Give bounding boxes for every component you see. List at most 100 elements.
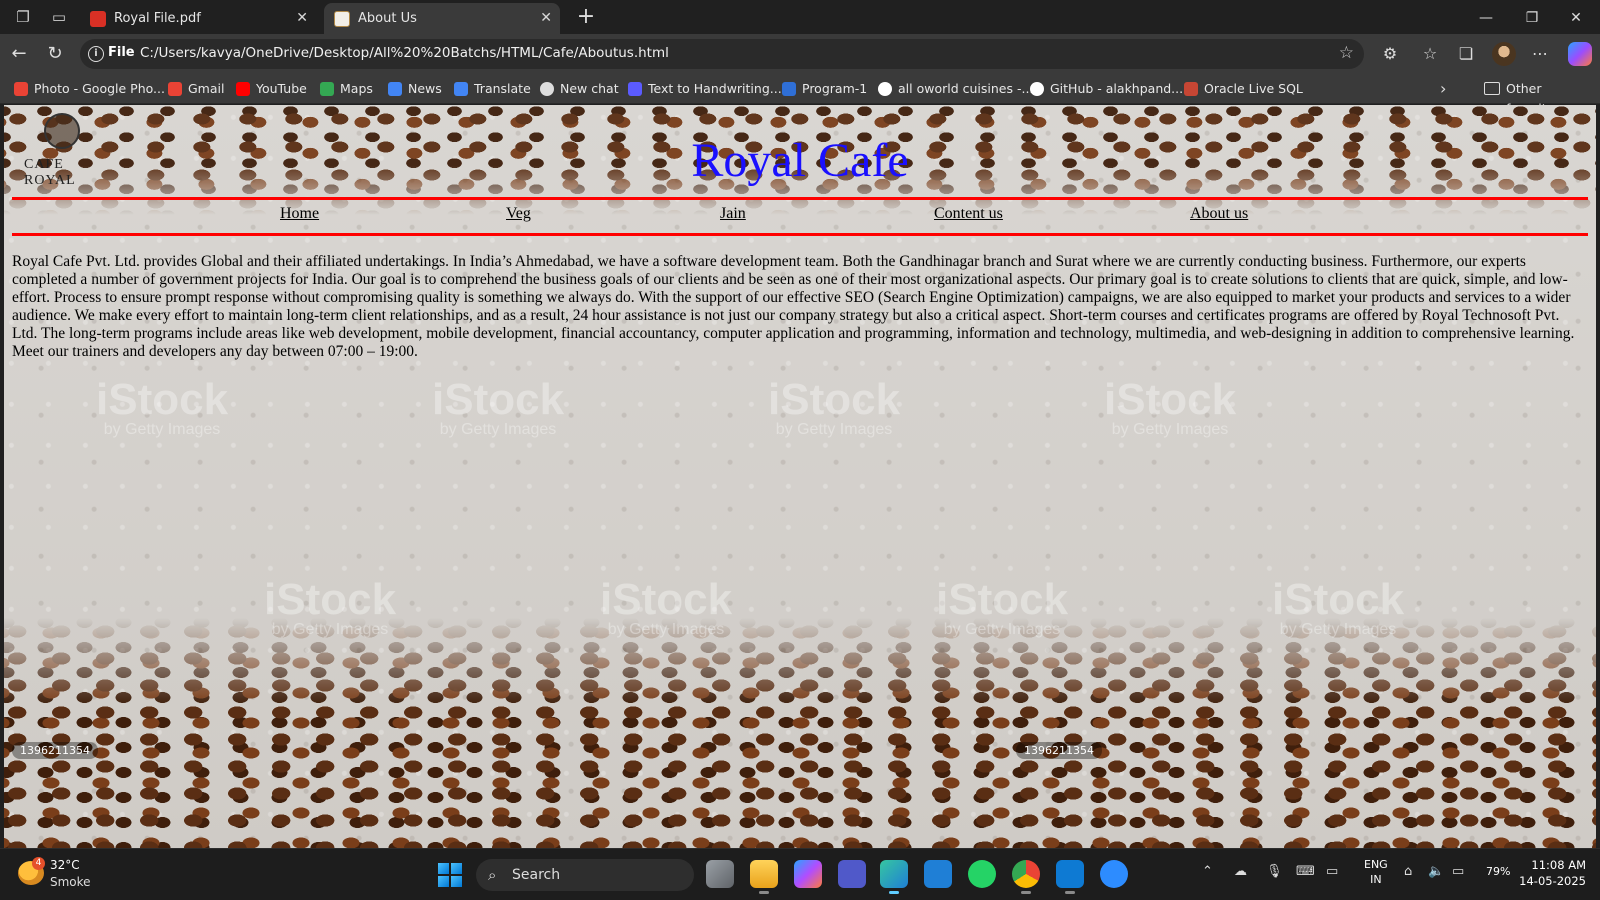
bookmark-label: Program-1 — [802, 81, 868, 96]
bookmark-translate[interactable]: Translate — [452, 79, 531, 99]
header-rule-bottom — [12, 233, 1588, 236]
new-tab-button[interactable]: + — [572, 4, 600, 32]
program-icon — [782, 82, 796, 96]
chevron-right-icon[interactable]: › — [1440, 79, 1446, 98]
close-tab-icon[interactable]: ✕ — [296, 3, 308, 34]
display-icon[interactable]: ▭ — [1326, 864, 1338, 879]
info-icon[interactable]: i — [88, 46, 104, 62]
whatsapp-icon[interactable] — [968, 860, 996, 888]
bookmark-label: Gmail — [188, 81, 225, 96]
extensions-icon[interactable]: ⚙ — [1378, 42, 1402, 66]
keyboard-icon[interactable]: ⌨ — [1296, 864, 1315, 879]
istock-watermark: iStock by Getty Images — [1272, 575, 1405, 638]
clock[interactable]: 11:08 AM 14-05-2025 — [1516, 857, 1586, 889]
refresh-icon[interactable]: ↻ — [42, 41, 68, 67]
github-icon — [1030, 82, 1044, 96]
bookmark-label: Photo - Google Pho... — [34, 81, 165, 96]
bookmark-label: Maps — [340, 81, 373, 96]
stock-image-id: 1396211354 — [12, 742, 98, 759]
chatgpt-icon — [540, 82, 554, 96]
handwriting-icon — [628, 82, 642, 96]
task-view-icon[interactable] — [706, 860, 734, 888]
nav-link-veg[interactable]: Veg — [506, 205, 531, 223]
bookmark-text-to-handwriting[interactable]: Text to Handwriting... — [626, 79, 782, 99]
tab-royal-file[interactable]: Royal File.pdf ✕ — [80, 3, 316, 34]
tab-about-us[interactable]: About Us ✕ — [324, 3, 560, 34]
onedrive-icon[interactable]: ☁ — [1234, 864, 1247, 879]
volume-icon[interactable]: 🔈 — [1428, 864, 1444, 879]
folder-icon — [1484, 82, 1500, 95]
nav-link-home[interactable]: Home — [280, 205, 319, 223]
copilot-icon[interactable] — [1568, 42, 1592, 66]
header-rule-top — [12, 197, 1588, 200]
close-window-button[interactable]: ✕ — [1556, 4, 1596, 32]
about-paragraph: Royal Cafe Pvt. Ltd. provides Global and… — [12, 253, 1575, 360]
profile-avatar[interactable] — [1492, 42, 1516, 66]
battery-icon[interactable]: ▭ — [1452, 864, 1464, 879]
restore-button[interactable]: ❐ — [1512, 4, 1552, 32]
bookmark-label: GitHub - alakhpand... — [1050, 81, 1184, 96]
istock-watermark: iStock by Getty Images — [1104, 375, 1237, 438]
pdf-icon — [90, 11, 106, 27]
istock-watermark: iStock by Getty Images — [264, 575, 397, 638]
bookmark-github[interactable]: GitHub - alakhpand... — [1028, 79, 1183, 99]
collections-icon[interactable]: ❏ — [1454, 42, 1478, 66]
bookmarks-bar: Photo - Google Pho... Gmail YouTube Maps… — [0, 74, 1600, 116]
more-options-icon[interactable]: ⋯ — [1528, 42, 1552, 66]
microphone-icon[interactable]: 🎙 — [1266, 864, 1283, 879]
bookmark-program-1[interactable]: Program-1 — [780, 79, 867, 99]
stock-image-id: 1396211354 — [1016, 742, 1102, 759]
nav-link-jain[interactable]: Jain — [720, 205, 746, 223]
vertical-tabs-icon[interactable]: ▭ — [48, 6, 70, 28]
bookmark-youtube[interactable]: YouTube — [234, 79, 307, 99]
weather-condition[interactable]: Smoke — [50, 875, 91, 889]
coffee-beans-background — [4, 618, 1596, 848]
url-text[interactable]: C:/Users/kavya/OneDrive/Desktop/All%20%2… — [140, 45, 669, 61]
istock-watermark: iStock by Getty Images — [768, 375, 901, 438]
network-icon[interactable]: ⌂ — [1404, 864, 1412, 879]
news-icon — [388, 82, 402, 96]
remote-desktop-icon[interactable] — [924, 860, 952, 888]
bookmark-maps[interactable]: Maps — [318, 79, 373, 99]
bookmark-world-cuisines[interactable]: all oworld cuisines -... — [876, 79, 1033, 99]
minimize-button[interactable]: — — [1466, 4, 1506, 32]
navigation-bar: ← ↻ i File C:/Users/kavya/OneDrive/Deskt… — [0, 34, 1600, 74]
page-viewport: iStock by Getty Images iStock by Getty Ima… — [4, 105, 1596, 848]
bookmark-oracle-live-sql[interactable]: Oracle Live SQL — [1182, 79, 1303, 99]
vscode-icon[interactable] — [1056, 860, 1084, 894]
favorite-star-icon[interactable]: ☆ — [1339, 43, 1354, 63]
close-tab-icon[interactable]: ✕ — [540, 3, 552, 34]
bookmark-gmail[interactable]: Gmail — [166, 79, 224, 99]
maps-icon — [320, 82, 334, 96]
tab-strip: ❐ ▭ Royal File.pdf ✕ About Us ✕ + — ❐ ✕ — [0, 0, 1600, 34]
taskbar: 4 32°C Smoke ⌕ Search ⌃ ☁ 🎙 ⌨ ▭ ENG IN ⌂ … — [0, 848, 1600, 900]
bookmark-new-chat[interactable]: New chat — [538, 79, 619, 99]
bookmark-google-photos[interactable]: Photo - Google Pho... — [12, 79, 165, 99]
search-label: Search — [512, 867, 561, 883]
edge-icon[interactable] — [880, 860, 908, 894]
back-arrow-icon[interactable]: ← — [6, 41, 32, 67]
file-explorer-icon[interactable] — [750, 860, 778, 894]
nav-link-content-us[interactable]: Content us — [934, 205, 1003, 223]
url-scheme: File — [108, 45, 135, 60]
zoom-icon[interactable] — [1100, 860, 1128, 888]
language-indicator[interactable]: ENG IN — [1364, 857, 1388, 887]
copilot-app-icon[interactable] — [794, 860, 822, 888]
address-bar[interactable]: i File C:/Users/kavya/OneDrive/Desktop/A… — [80, 39, 1364, 69]
weather-temperature[interactable]: 32°C — [50, 858, 80, 872]
workspaces-icon[interactable]: ❐ — [12, 6, 34, 28]
bookmark-label: Text to Handwriting... — [648, 81, 782, 96]
teams-icon[interactable] — [838, 860, 866, 888]
chrome-icon[interactable] — [1012, 860, 1040, 894]
bookmark-label: all oworld cuisines -... — [898, 81, 1034, 96]
bookmark-news[interactable]: News — [386, 79, 442, 99]
search-icon: ⌕ — [488, 866, 497, 884]
istock-watermark: iStock by Getty Images — [432, 375, 565, 438]
taskbar-search[interactable]: ⌕ Search — [476, 859, 694, 891]
tab-title: Royal File.pdf — [114, 11, 201, 26]
nav-link-about-us[interactable]: About us — [1190, 205, 1248, 223]
windows-start-icon[interactable] — [438, 863, 462, 887]
favorites-icon[interactable]: ☆ — [1418, 42, 1442, 66]
chevron-up-icon[interactable]: ⌃ — [1202, 864, 1213, 879]
battery-percent: 79% — [1486, 865, 1511, 878]
